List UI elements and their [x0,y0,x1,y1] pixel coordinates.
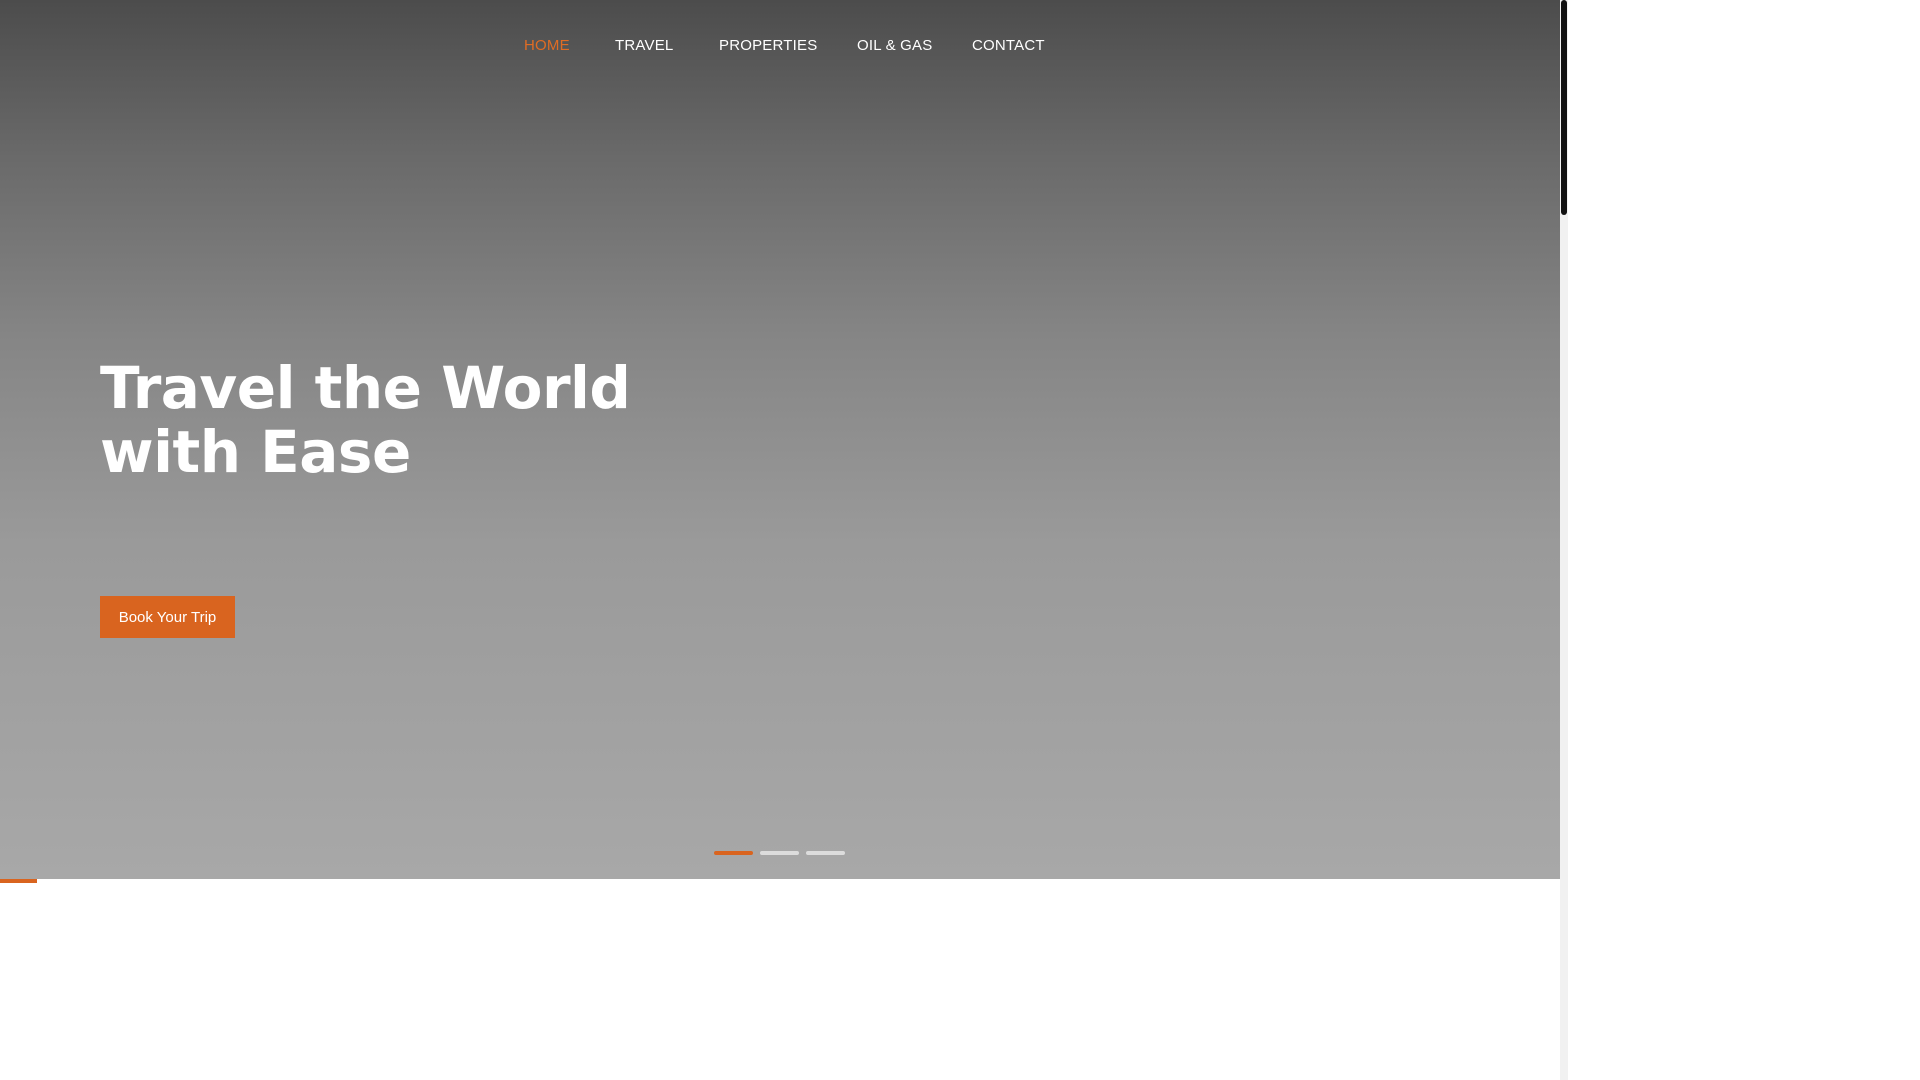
nav-item-travel[interactable]: TRAVEL [615,37,673,54]
book-trip-button[interactable]: Book Your Trip [100,596,235,638]
hero-slider: HOME TRAVEL PROPERTIES OIL & GAS CONTACT… [0,0,1560,880]
hero-headline-line-1: Travel the World [100,354,631,422]
page-margin [1568,0,1920,1080]
nav-item-home[interactable]: HOME [524,37,570,54]
scrollbar-thumb[interactable] [1561,0,1567,215]
page-viewport: HOME TRAVEL PROPERTIES OIL & GAS CONTACT… [0,0,1560,1080]
slider-progress-track [0,879,1560,883]
slider-pagination [714,851,845,855]
page-scrollbar[interactable] [1560,0,1568,1080]
slider-progress-fill [0,879,38,883]
nav-item-properties[interactable]: PROPERTIES [719,37,817,54]
hero-headline: Travel the World with Ease [100,356,800,484]
hero-headline-line-2: with Ease [100,418,411,486]
slider-dot-3[interactable] [806,851,845,855]
nav-item-oil-gas[interactable]: OIL & GAS [857,37,932,54]
nav-item-contact[interactable]: CONTACT [972,37,1045,54]
main-nav: HOME TRAVEL PROPERTIES OIL & GAS CONTACT [0,0,1560,90]
slider-dot-1[interactable] [714,851,753,855]
slider-dot-2[interactable] [760,851,799,855]
